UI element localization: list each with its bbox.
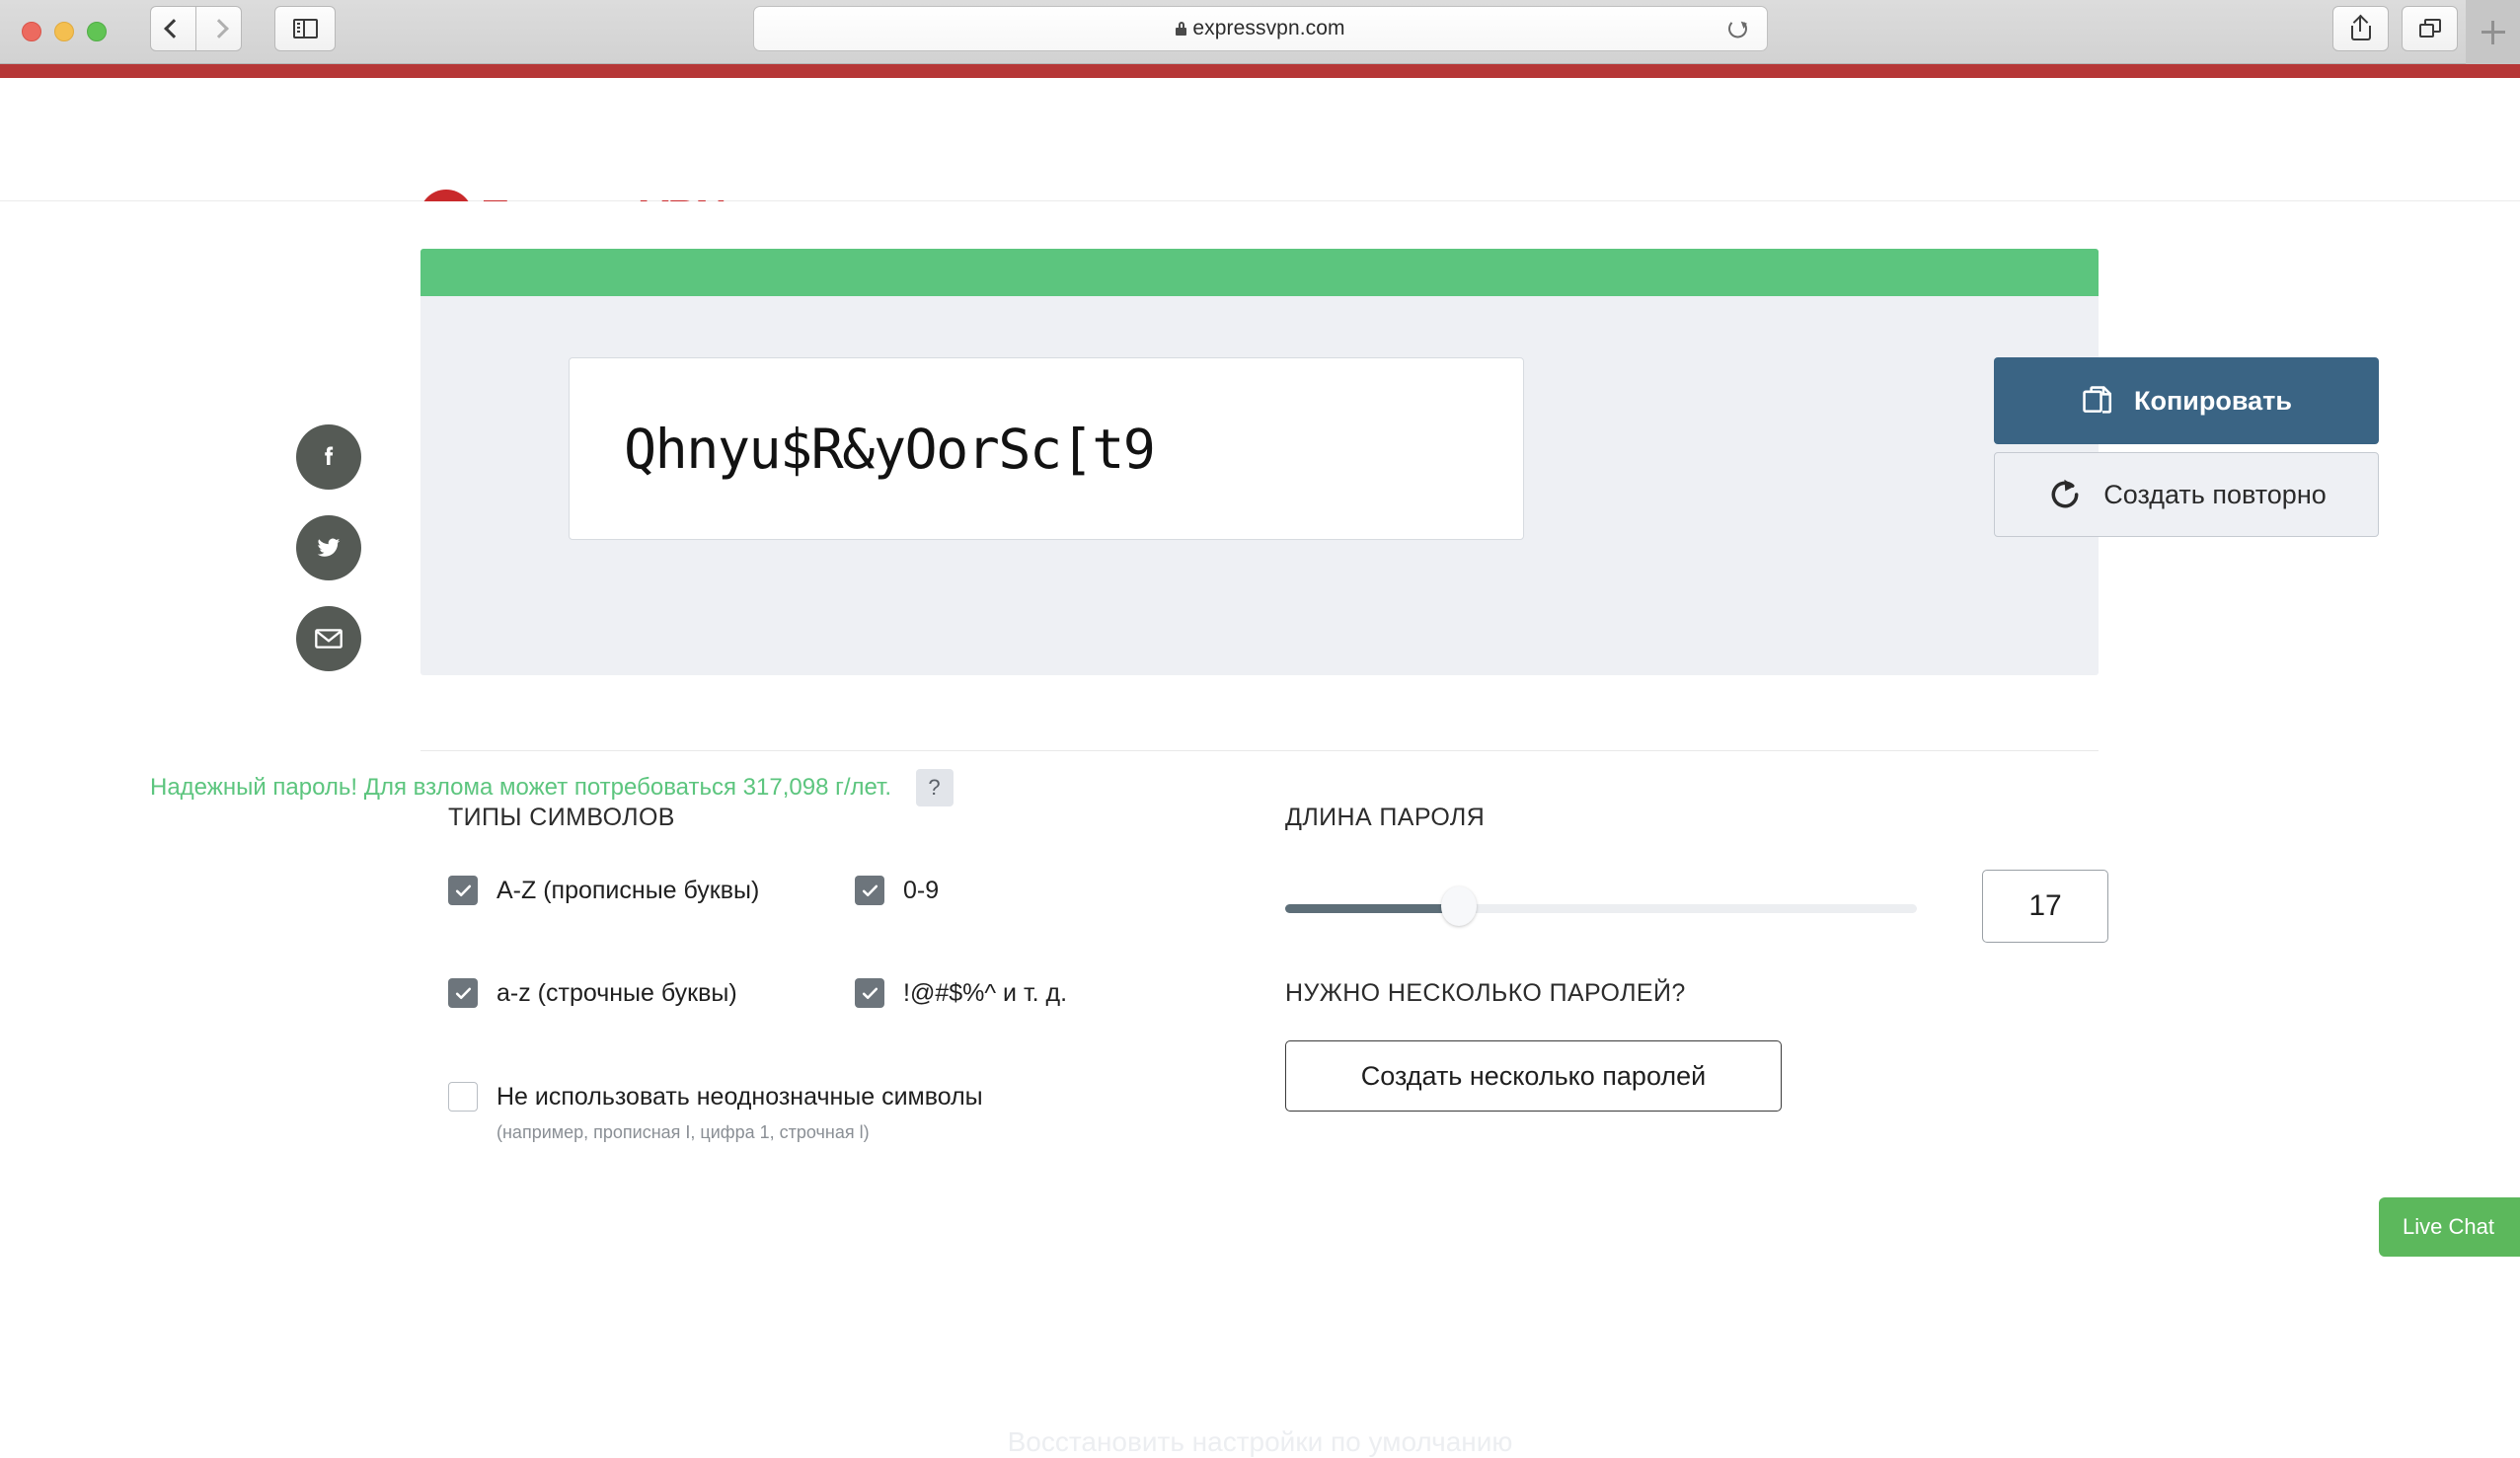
copy-password-button[interactable]: Копировать — [1994, 357, 2379, 444]
live-chat-button[interactable]: Live Chat — [2379, 1197, 2520, 1257]
back-chevron-icon — [163, 19, 184, 38]
checkbox-label-ambiguous: Не использовать неоднозначные символы — [496, 1082, 983, 1111]
maximize-window-button[interactable] — [87, 22, 107, 41]
checkbox-uppercase[interactable] — [448, 876, 478, 905]
brand-top-bar — [0, 64, 2520, 78]
character-types-title: ТИПЫ СИМВОЛОВ — [448, 804, 675, 831]
section-divider — [420, 750, 2099, 751]
checkbox-lowercase[interactable] — [448, 978, 478, 1008]
page-content: Qhnyu$R&yOorSc[t9 Копировать Создать пов… — [0, 201, 2520, 1457]
slider-fill — [1285, 904, 1455, 913]
share-twitter-button[interactable] — [296, 515, 361, 580]
tab-overview-icon — [2418, 19, 2441, 38]
password-length-slider[interactable] — [1285, 886, 1917, 926]
checkbox-label-lowercase: a-z (строчные буквы) — [496, 978, 737, 1007]
tab-overview-button[interactable] — [2402, 6, 2458, 51]
generated-password-text: Qhnyu$R&yOorSc[t9 — [624, 417, 1156, 481]
url-text: expressvpn.com — [1192, 17, 1345, 39]
checkbox-row-symbols[interactable]: !@#$%^ и т. д. — [855, 978, 1067, 1008]
reset-defaults-link[interactable]: Восстановить настройки по умолчанию — [0, 1426, 2520, 1458]
reload-icon[interactable] — [1728, 19, 1747, 38]
share-icon — [2350, 17, 2371, 40]
password-strength-message: Надежный пароль! Для взлома может потреб… — [150, 774, 892, 801]
regenerate-password-label: Создать повторно — [2103, 479, 2327, 509]
close-window-button[interactable] — [22, 22, 41, 41]
site-header: ExpressVPN Что такое VPN? Продукты Подде… — [0, 78, 2520, 267]
email-icon — [315, 629, 343, 649]
checkmark-icon — [455, 987, 471, 999]
checkmark-icon — [862, 987, 878, 999]
checkbox-symbols[interactable] — [855, 978, 884, 1008]
checkbox-ambiguous[interactable] — [448, 1082, 478, 1112]
generate-multiple-passwords-button[interactable]: Создать несколько паролей — [1285, 1040, 1782, 1112]
checkbox-row-lowercase[interactable]: a-z (строчные буквы) — [448, 978, 737, 1008]
social-share-rail — [296, 424, 361, 671]
address-bar[interactable]: expressvpn.com — [753, 6, 1768, 51]
share-email-button[interactable] — [296, 606, 361, 671]
help-icon[interactable]: ? — [915, 769, 954, 806]
share-button[interactable] — [2332, 6, 2389, 51]
forward-button[interactable] — [195, 6, 242, 51]
copy-icon — [2083, 386, 2112, 414]
multiple-passwords-title: НУЖНО НЕСКОЛЬКО ПАРОЛЕЙ? — [1285, 979, 1686, 1007]
slider-thumb[interactable] — [1441, 886, 1477, 926]
lock-icon — [1176, 22, 1187, 36]
browser-chrome: expressvpn.com — [0, 0, 2520, 64]
facebook-icon — [325, 446, 334, 465]
checkbox-label-uppercase: A-Z (прописные буквы) — [496, 876, 760, 904]
ambiguous-hint-text: (например, прописная I, цифра 1, строчна… — [496, 1122, 870, 1142]
checkbox-row-uppercase[interactable]: A-Z (прописные буквы) — [448, 876, 759, 905]
copy-password-label: Копировать — [2134, 385, 2292, 416]
back-button[interactable] — [150, 6, 196, 51]
share-facebook-button[interactable] — [296, 424, 361, 490]
sidebar-toggle-icon — [292, 19, 318, 38]
forward-chevron-icon — [208, 19, 229, 38]
generated-password-field[interactable]: Qhnyu$R&yOorSc[t9 — [569, 357, 1524, 540]
character-type-checkbox-grid: A-Z (прописные буквы) 0-9 a-z (строчные … — [448, 876, 1297, 1142]
sidebar-toggle-button[interactable] — [274, 6, 336, 51]
password-strength-bar — [420, 249, 2099, 296]
new-tab-button[interactable] — [2466, 0, 2520, 64]
password-generator-card: Qhnyu$R&yOorSc[t9 Копировать Создать пов… — [420, 249, 2379, 675]
window-traffic-lights — [22, 22, 107, 41]
password-length-section: ДЛИНА ПАРОЛЯ 17 НУЖНО НЕСКОЛЬКО ПАРОЛЕЙ?… — [1285, 804, 2108, 1112]
checkmark-icon — [862, 884, 878, 896]
twitter-icon — [317, 538, 341, 557]
checkbox-label-digits: 0-9 — [903, 876, 940, 904]
checkbox-row-ambiguous[interactable]: Не использовать неоднозначные символы — [448, 1082, 983, 1112]
password-strength-row: Надежный пароль! Для взлома может потреб… — [150, 769, 954, 806]
character-types-section: ТИПЫ СИМВОЛОВ A-Z (прописные буквы) 0-9 … — [448, 804, 1297, 1142]
regenerate-password-button[interactable]: Создать повторно — [1994, 452, 2379, 537]
checkmark-icon — [455, 884, 471, 896]
password-length-input[interactable]: 17 — [1982, 870, 2108, 943]
password-length-title: ДЛИНА ПАРОЛЯ — [1285, 804, 1486, 831]
checkbox-label-symbols: !@#$%^ и т. д. — [903, 978, 1068, 1007]
checkbox-digits[interactable] — [855, 876, 884, 905]
refresh-icon — [2051, 479, 2079, 508]
minimize-window-button[interactable] — [54, 22, 74, 41]
checkbox-row-digits[interactable]: 0-9 — [855, 876, 939, 905]
